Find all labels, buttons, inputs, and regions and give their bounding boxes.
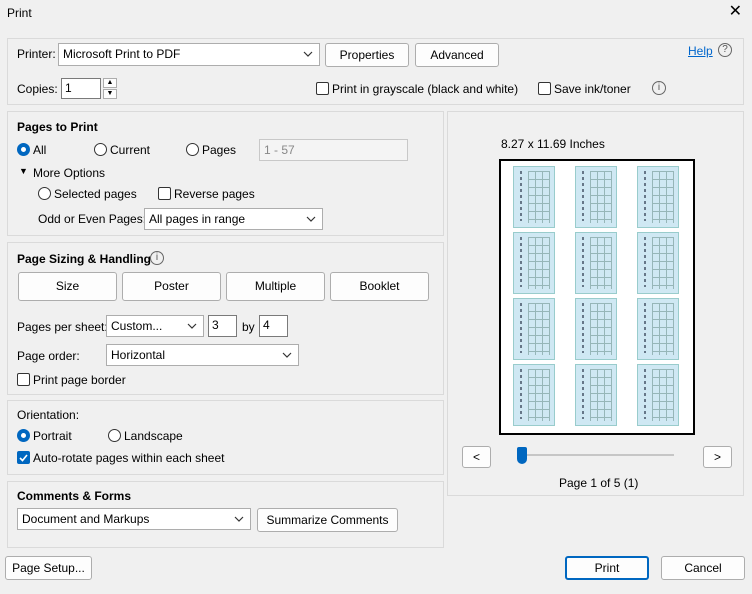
pages-to-print-heading: Pages to Print (17, 120, 98, 134)
close-icon[interactable]: ✕ (729, 4, 742, 20)
auto-rotate-label: Auto-rotate pages within each sheet (33, 451, 225, 465)
poster-button[interactable]: Poster (122, 272, 221, 301)
preview-thumbnail (575, 232, 617, 294)
copies-up-button[interactable]: ▲ (103, 78, 117, 88)
page-order-value: Horizontal (111, 348, 166, 362)
printer-select[interactable]: Microsoft Print to PDF (58, 43, 320, 66)
odd-even-select[interactable]: All pages in range (144, 208, 323, 230)
printer-label: Printer: (17, 47, 56, 61)
save-ink-checkbox[interactable] (538, 82, 551, 95)
chevron-down-icon (306, 209, 316, 222)
print-border-checkbox[interactable] (17, 373, 30, 386)
chevron-down-icon (187, 316, 197, 329)
reverse-pages-label: Reverse pages (174, 187, 255, 201)
all-label: All (33, 143, 47, 157)
rows-input[interactable]: 4 (259, 315, 288, 337)
more-options-label[interactable]: More Options (33, 166, 105, 180)
page-order-select[interactable]: Horizontal (106, 344, 299, 366)
landscape-label: Landscape (124, 429, 183, 443)
pages-label: Pages (202, 143, 237, 157)
advanced-button[interactable]: Advanced (415, 43, 499, 67)
page-sizing-heading: Page Sizing & Handling (17, 252, 152, 266)
preview-thumbnail (637, 298, 679, 360)
summarize-comments-button[interactable]: Summarize Comments (257, 508, 398, 532)
chevron-down-icon (282, 345, 292, 358)
help-icon[interactable]: ? (718, 43, 732, 57)
odd-even-value: All pages in range (149, 212, 246, 226)
multiple-button[interactable]: Multiple (226, 272, 325, 301)
save-ink-label: Save ink/toner (554, 82, 631, 96)
reverse-pages-checkbox[interactable] (158, 187, 171, 200)
pages-radio[interactable] (186, 143, 199, 156)
current-radio[interactable] (94, 143, 107, 156)
copies-input[interactable]: 1 (61, 78, 101, 99)
preview-thumbnail (575, 166, 617, 228)
help-link[interactable]: Help (688, 44, 713, 58)
pages-per-sheet-select[interactable]: Custom... (106, 315, 204, 337)
preview-thumbnail (513, 166, 555, 228)
page-order-label: Page order: (17, 349, 80, 363)
print-button[interactable]: Print (565, 556, 649, 580)
preview-thumbnail (513, 298, 555, 360)
pages-range-input[interactable]: 1 - 57 (259, 139, 408, 161)
grayscale-checkbox[interactable] (316, 82, 329, 95)
preview-thumbnail (575, 364, 617, 426)
preview-thumbnail (513, 364, 555, 426)
selected-pages-radio[interactable] (38, 187, 51, 200)
pages-per-sheet-value: Custom... (111, 319, 163, 333)
print-border-label: Print page border (33, 373, 126, 387)
current-label: Current (110, 143, 151, 157)
portrait-radio[interactable] (17, 429, 30, 442)
preview-page (499, 159, 695, 435)
page-setup-button[interactable]: Page Setup... (5, 556, 92, 580)
page-slider-thumb[interactable] (517, 447, 527, 464)
odd-even-label: Odd or Even Pages: (38, 212, 147, 226)
copies-down-button[interactable]: ▼ (103, 89, 117, 99)
window-title: Print (7, 6, 32, 20)
comments-value: Document and Markups (22, 512, 150, 526)
preview-thumbnail (637, 232, 679, 294)
copies-label: Copies: (17, 82, 58, 96)
info-icon[interactable]: i (150, 251, 164, 265)
properties-button[interactable]: Properties (325, 43, 409, 67)
next-page-button[interactable]: > (703, 446, 732, 468)
pages-per-sheet-label: Pages per sheet: (17, 320, 108, 334)
printer-select-value: Microsoft Print to PDF (63, 47, 181, 61)
preview-thumbnail (513, 232, 555, 294)
paper-size-label: 8.27 x 11.69 Inches (501, 137, 605, 151)
booklet-button[interactable]: Booklet (330, 272, 429, 301)
cancel-button[interactable]: Cancel (661, 556, 745, 580)
grayscale-label: Print in grayscale (black and white) (332, 82, 519, 96)
chevron-down-icon (303, 44, 313, 57)
info-icon[interactable]: i (652, 81, 666, 95)
prev-page-button[interactable]: < (462, 446, 491, 468)
page-status: Page 1 of 5 (1) (559, 476, 639, 490)
preview-thumbnail (575, 298, 617, 360)
by-label: by (242, 320, 255, 334)
triangle-down-icon[interactable]: ▼ (19, 166, 28, 176)
orientation-heading: Orientation: (17, 408, 80, 422)
selected-pages-label: Selected pages (54, 187, 137, 201)
comments-select[interactable]: Document and Markups (17, 508, 251, 530)
landscape-radio[interactable] (108, 429, 121, 442)
comments-heading: Comments & Forms (17, 489, 132, 503)
page-slider-track[interactable] (518, 454, 674, 456)
all-radio[interactable] (17, 143, 30, 156)
chevron-down-icon (234, 509, 244, 522)
check-icon (19, 454, 28, 462)
auto-rotate-checkbox[interactable] (17, 451, 30, 464)
preview-thumbnail (637, 166, 679, 228)
portrait-label: Portrait (33, 429, 72, 443)
size-button[interactable]: Size (18, 272, 117, 301)
columns-input[interactable]: 3 (208, 315, 237, 337)
preview-thumbnail (637, 364, 679, 426)
